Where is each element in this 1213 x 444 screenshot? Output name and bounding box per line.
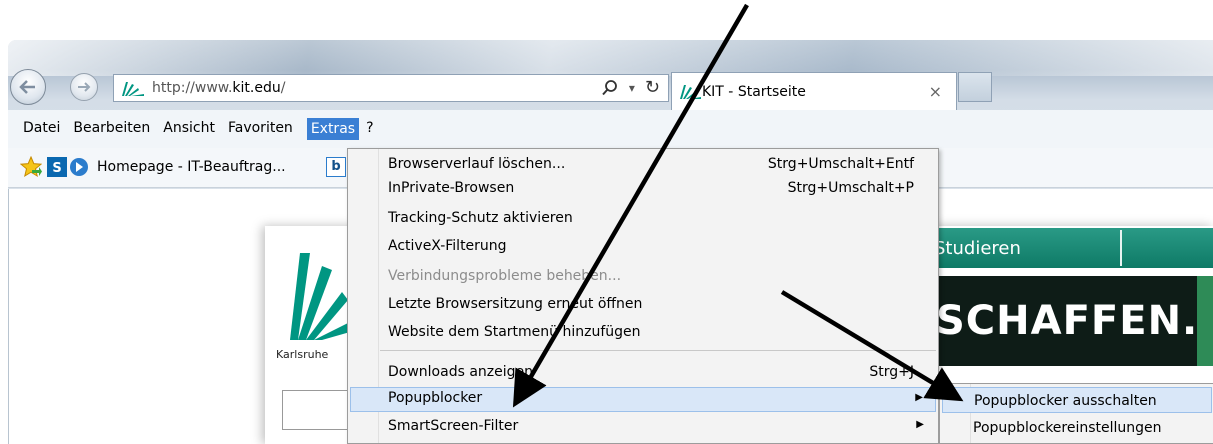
menu-item-label: InPrivate-Browsen	[388, 180, 515, 196]
tab-favicon-icon	[678, 81, 702, 105]
extras-menu: Browserverlauf löschen... Strg+Umschalt+…	[347, 148, 939, 444]
menu-item-label: Downloads anzeigen	[388, 364, 534, 380]
banner-text: SCHAFFEN.	[936, 298, 1199, 344]
submenu-item-label: Popupblocker ausschalten	[974, 393, 1157, 409]
menu-item-popupblocker-ausschalten[interactable]: Popupblocker ausschalten	[942, 387, 1212, 413]
menu-separator	[380, 350, 936, 351]
search-dropdown-icon[interactable]: ▾	[629, 81, 635, 95]
menu-item-smartscreen-filter[interactable]: SmartScreen-Filter ▶	[350, 415, 936, 439]
kit-logo-text: Karlsruhe	[276, 348, 329, 361]
menu-ansicht[interactable]: Ansicht	[162, 120, 216, 136]
refresh-icon[interactable]: ↻	[645, 77, 660, 98]
address-actions: ▾ ↻	[601, 77, 660, 98]
menu-item-startmenue-hinzufuegen[interactable]: Website dem Startmenü hinzufügen	[350, 321, 936, 345]
submenu-item-label: Popupblockereinstellungen	[973, 420, 1162, 436]
arrow-left-icon	[19, 80, 35, 94]
address-url-suffix: /	[280, 80, 286, 96]
hero-banner: SCHAFFEN.	[930, 276, 1213, 366]
menu-datei[interactable]: Datei	[22, 120, 61, 136]
menu-item-shortcut: Strg+Umschalt+Entf	[767, 156, 914, 172]
tab-kit-startseite[interactable]: KIT - Startseite ×	[671, 72, 957, 110]
svg-text:S: S	[52, 161, 61, 176]
address-url-prefix: http://www.	[152, 80, 233, 96]
search-icon[interactable]	[601, 79, 619, 97]
menu-item-browserverlauf-loeschen[interactable]: Browserverlauf löschen... Strg+Umschalt+…	[350, 153, 936, 177]
back-button[interactable]	[10, 69, 46, 105]
menu-item-popupblockereinstellungen[interactable]: Popupblockereinstellungen	[942, 415, 1212, 441]
tab-title: KIT - Startseite	[702, 83, 806, 100]
menu-item-shortcut: Strg+Umschalt+P	[787, 180, 914, 196]
address-url[interactable]: http://www.kit.edu/	[152, 80, 285, 96]
menu-bearbeiten[interactable]: Bearbeiten	[72, 120, 151, 136]
menu-item-label: Browserverlauf löschen...	[388, 156, 566, 172]
menu-item-shortcut: Strg+J	[869, 364, 914, 380]
menu-item-label: ActiveX-Filterung	[388, 238, 507, 254]
address-bar[interactable]: http://www.kit.edu/ ▾ ↻	[113, 74, 669, 102]
menu-item-label: Letzte Browsersitzung erneut öffnen	[388, 296, 643, 312]
menu-item-activex-filterung[interactable]: ActiveX-Filterung	[350, 235, 936, 259]
menu-item-label: Website dem Startmenü hinzufügen	[388, 324, 641, 340]
banner-edge	[1197, 276, 1213, 366]
menu-item-label: SmartScreen-Filter	[388, 418, 519, 434]
menu-extras[interactable]: Extras	[306, 118, 360, 140]
menu-item-label: Verbindungsprobleme beheben...	[388, 268, 622, 284]
menu-item-tracking-schutz[interactable]: Tracking-Schutz aktivieren	[350, 207, 936, 231]
menu-item-downloads-anzeigen[interactable]: Downloads anzeigen Strg+J	[350, 361, 936, 385]
menu-item-verbindungsprobleme: Verbindungsprobleme beheben...	[350, 265, 936, 289]
bing-icon[interactable]: b	[326, 157, 346, 177]
nav-separator	[1120, 230, 1122, 266]
forward-button[interactable]	[70, 73, 98, 101]
submenu-arrow-icon: ▶	[916, 419, 924, 430]
menu-item-popupblocker[interactable]: Popupblocker ▶	[350, 387, 936, 412]
menu-bar: Datei Bearbeiten Ansicht Favoriten Extra…	[8, 110, 1213, 148]
favorite-homepage-it[interactable]: Homepage - IT-Beauftrag...	[97, 159, 286, 175]
tab-close-icon[interactable]: ×	[929, 82, 942, 101]
address-url-domain: kit.edu	[232, 80, 281, 96]
menu-favoriten[interactable]: Favoriten	[227, 120, 294, 136]
sharepoint-icon: S	[46, 155, 90, 183]
submenu-arrow-icon: ▶	[915, 392, 923, 403]
menu-item-letzte-browsersitzung[interactable]: Letzte Browsersitzung erneut öffnen	[350, 293, 936, 317]
site-search-input[interactable]	[282, 390, 348, 430]
arrow-right-icon	[78, 82, 91, 92]
site-nav-band[interactable]: Studieren	[930, 228, 1213, 268]
nav-studieren[interactable]: Studieren	[934, 238, 1021, 259]
add-favorite-star-icon[interactable]	[19, 155, 43, 182]
menu-item-inprivate-browsen[interactable]: InPrivate-Browsen Strg+Umschalt+P	[350, 177, 936, 201]
popupblocker-submenu: Popupblocker ausschalten Popupblockerein…	[939, 383, 1213, 444]
kit-site-icon	[120, 77, 148, 99]
kit-logo-icon	[270, 248, 350, 347]
menu-help[interactable]: ?	[365, 120, 374, 136]
menu-item-label: Popupblocker	[388, 390, 483, 406]
menu-item-label: Tracking-Schutz aktivieren	[388, 210, 573, 226]
new-tab-button[interactable]	[958, 72, 992, 102]
